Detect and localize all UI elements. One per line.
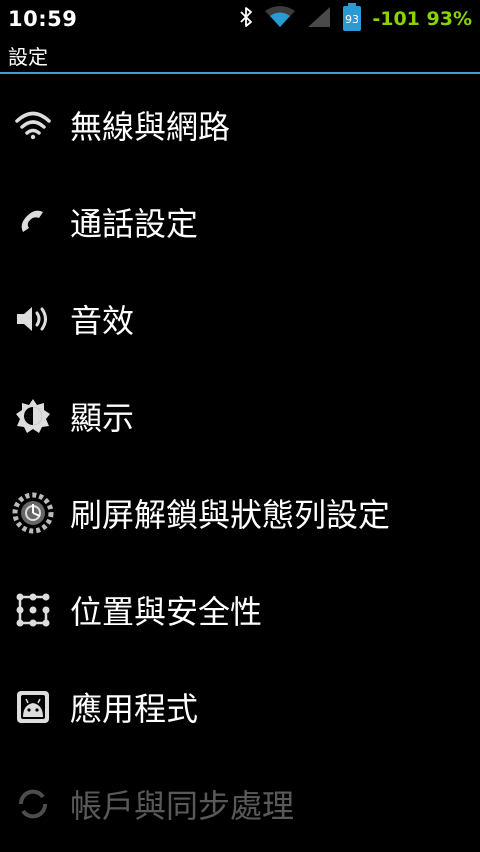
settings-item-label: 帳戶與同步處理 <box>70 786 295 825</box>
status-bar: 10:59 93 -101 93% <box>0 0 480 38</box>
cell-signal-icon <box>306 5 332 33</box>
location-security-grid-icon <box>12 589 54 631</box>
settings-item-label: 位置與安全性 <box>70 592 263 631</box>
settings-item-call-settings[interactable]: 通話設定 <box>0 173 480 270</box>
speaker-icon <box>12 298 54 340</box>
settings-list: 無線與網路 通話設定 音效 顯示 刷屏解鎖與狀態列設定 位置與安全性 應用程式 … <box>0 76 480 852</box>
status-icons: 93 -101 93% <box>238 2 472 36</box>
settings-item-lockscreen-statusbar[interactable]: 刷屏解鎖與狀態列設定 <box>0 464 480 561</box>
bluetooth-icon <box>238 5 254 33</box>
battery-icon: 93 <box>342 2 362 36</box>
wifi-status-icon <box>264 5 296 33</box>
android-app-icon <box>12 686 54 728</box>
settings-item-accounts-sync[interactable]: 帳戶與同步處理 <box>0 755 480 852</box>
settings-item-label: 通話設定 <box>70 204 199 243</box>
phone-icon <box>12 201 54 243</box>
lockscreen-gear-icon <box>12 492 54 534</box>
status-time: 10:59 <box>8 7 78 31</box>
wifi-icon <box>12 104 54 146</box>
settings-item-display[interactable]: 顯示 <box>0 367 480 464</box>
settings-item-label: 應用程式 <box>70 689 199 728</box>
settings-item-label: 無線與網路 <box>70 107 231 146</box>
title-bar: 設定 <box>0 38 480 74</box>
sync-icon <box>12 783 54 825</box>
settings-item-sound[interactable]: 音效 <box>0 270 480 367</box>
battery-level-text: 93 <box>345 13 359 26</box>
settings-item-location-security[interactable]: 位置與安全性 <box>0 561 480 658</box>
settings-item-label: 刷屏解鎖與狀態列設定 <box>70 495 391 534</box>
page-title: 設定 <box>8 44 48 69</box>
settings-item-label: 顯示 <box>70 398 135 437</box>
settings-item-wireless-network[interactable]: 無線與網路 <box>0 76 480 173</box>
settings-item-applications[interactable]: 應用程式 <box>0 658 480 755</box>
signal-strength-text: -101 93% <box>372 8 472 30</box>
brightness-icon <box>12 395 54 437</box>
settings-item-label: 音效 <box>70 301 135 340</box>
